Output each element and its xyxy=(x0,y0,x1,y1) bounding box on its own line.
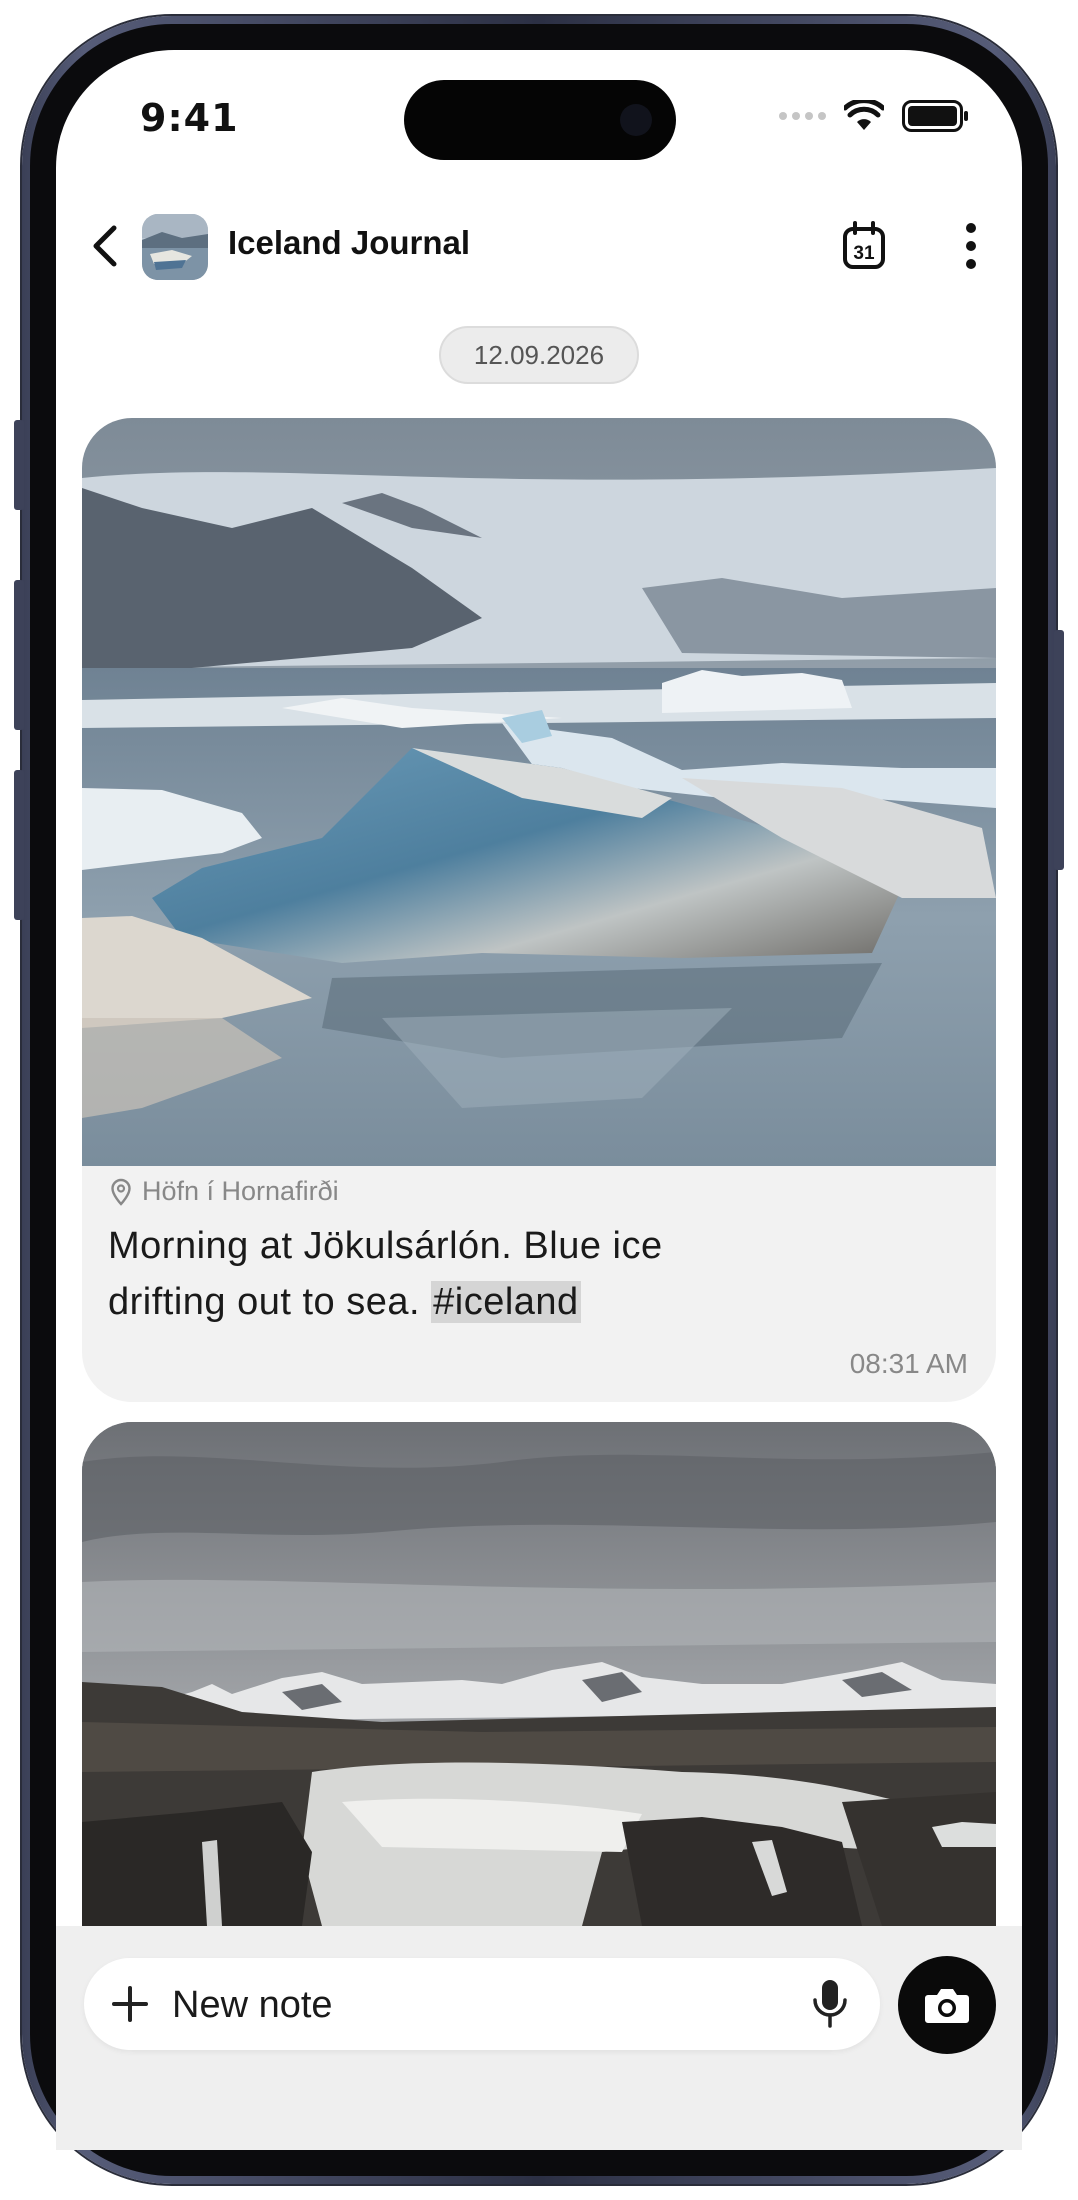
calendar-day: 31 xyxy=(853,243,875,264)
entry-text: Morning at Jökulsárlón. Blue ice driftin… xyxy=(108,1218,708,1330)
entry-photo-waterfall[interactable] xyxy=(82,1422,996,1926)
entry-location-label: Höfn í Hornafirði xyxy=(142,1176,339,1206)
status-time: 9:41 xyxy=(140,96,239,140)
front-camera xyxy=(620,104,652,136)
entry-photo-glacier-lagoon[interactable] xyxy=(82,418,996,1166)
camera-icon xyxy=(925,1989,969,2023)
more-vertical-icon xyxy=(966,223,976,269)
microphone-icon xyxy=(813,1980,847,2028)
voice-input-button[interactable] xyxy=(810,1978,850,2030)
entry-timestamp: 08:31 AM xyxy=(849,1348,968,1379)
journal-avatar[interactable] xyxy=(142,214,208,280)
calendar-button[interactable]: 31 xyxy=(836,218,892,274)
more-options-button[interactable] xyxy=(946,218,996,274)
wifi-icon xyxy=(844,100,884,130)
new-note-input[interactable] xyxy=(170,1974,774,2036)
chat-header: Iceland Journal 31 xyxy=(56,200,1022,290)
volume-down-button xyxy=(14,770,24,920)
add-attachment-button[interactable] xyxy=(106,1980,154,2028)
signal-dots-icon xyxy=(779,112,826,120)
plus-icon xyxy=(112,1986,148,2022)
power-button xyxy=(1054,630,1064,870)
dynamic-island xyxy=(404,80,676,160)
entry-location[interactable]: Höfn í Hornafirði xyxy=(110,1176,339,1207)
chevron-left-icon xyxy=(93,225,117,267)
journal-entry[interactable]: Höfn í Hornafirði Morning at Jökulsárlón… xyxy=(82,418,996,1402)
back-button[interactable] xyxy=(78,218,134,274)
volume-up-button xyxy=(14,580,24,730)
calendar-icon: 31 xyxy=(843,221,885,269)
hashtag-link[interactable]: #iceland xyxy=(431,1281,581,1323)
date-separator: 12.09.2026 xyxy=(439,326,639,384)
chat-title: Iceland Journal xyxy=(228,224,471,261)
camera-button[interactable] xyxy=(898,1956,996,2054)
action-button xyxy=(14,420,24,510)
map-pin-icon xyxy=(111,1178,131,1206)
battery-icon xyxy=(902,100,968,132)
status-indicators xyxy=(779,100,970,132)
new-note-composer[interactable] xyxy=(84,1958,880,2050)
